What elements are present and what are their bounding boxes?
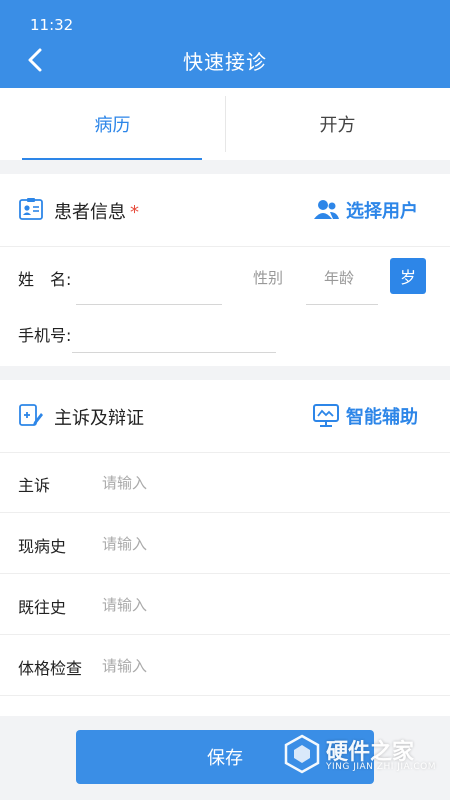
physical-exam-label: 体格检查	[18, 659, 83, 678]
tab-bar: 病历 开方	[0, 88, 450, 160]
chief-complaint-label: 主诉	[18, 476, 51, 495]
name-input[interactable]	[76, 304, 222, 305]
complaint-card: 主诉及辩证 智能辅助 主诉 请输入 现病史 请输入 既往史 请输入 体格检查 请…	[0, 380, 450, 716]
tab-divider	[225, 96, 226, 152]
past-history-row[interactable]: 既往史 请输入	[0, 574, 450, 635]
edit-note-icon	[19, 404, 43, 426]
complaint-title: 主诉及辩证	[54, 408, 144, 429]
app-bar: 11:32 快速接诊	[0, 0, 450, 88]
past-history-label: 既往史	[18, 598, 67, 617]
monitor-icon	[313, 404, 339, 427]
chief-complaint-input[interactable]: 请输入	[102, 472, 147, 493]
tab-medical-record[interactable]: 病历	[0, 88, 225, 160]
present-illness-row[interactable]: 现病史 请输入	[0, 513, 450, 574]
tab-prescription[interactable]: 开方	[225, 88, 450, 160]
watermark-subtitle: YING JIAN ZHI JIA.COM	[326, 762, 437, 772]
chief-complaint-row[interactable]: 主诉 请输入	[0, 452, 450, 513]
smart-assist-label: 智能辅助	[346, 407, 418, 428]
smart-assist-button[interactable]: 智能辅助	[312, 402, 418, 430]
id-card-icon	[19, 198, 43, 220]
phone-input[interactable]	[72, 352, 276, 353]
present-illness-input[interactable]: 请输入	[102, 533, 147, 554]
required-mark: *	[130, 202, 139, 223]
patient-info-title: 患者信息 *	[54, 198, 139, 224]
tab-prescription-label: 开方	[319, 115, 356, 136]
past-history-input[interactable]: 请输入	[102, 594, 147, 615]
age-input[interactable]: 年龄	[324, 267, 354, 288]
page-title: 快速接诊	[183, 50, 267, 74]
watermark-logo	[284, 734, 320, 774]
gender-select[interactable]: 性别	[253, 267, 283, 288]
patient-info-header: 患者信息 * 选择用户	[0, 174, 450, 247]
complaint-header: 主诉及辩证 智能辅助	[0, 380, 450, 453]
users-icon	[314, 200, 339, 219]
phone-label: 手机号:	[18, 326, 72, 345]
watermark: 硬件之家 YING JIAN ZHI JIA.COM	[282, 730, 442, 780]
select-user-button[interactable]: 选择用户	[312, 196, 418, 224]
status-time: 11:32	[30, 16, 74, 34]
physical-exam-input[interactable]: 请输入	[102, 655, 147, 676]
tab-medical-record-label: 病历	[94, 115, 131, 136]
name-label: 姓 名:	[18, 270, 72, 289]
select-user-label: 选择用户	[346, 201, 418, 222]
physical-exam-row[interactable]: 体格检查 请输入	[0, 635, 450, 696]
patient-info-title-text: 患者信息	[54, 202, 126, 223]
present-illness-label: 现病史	[18, 537, 67, 556]
age-unit-button[interactable]: 岁	[390, 258, 426, 294]
active-tab-indicator	[22, 158, 202, 160]
age-input-underline	[306, 304, 378, 305]
